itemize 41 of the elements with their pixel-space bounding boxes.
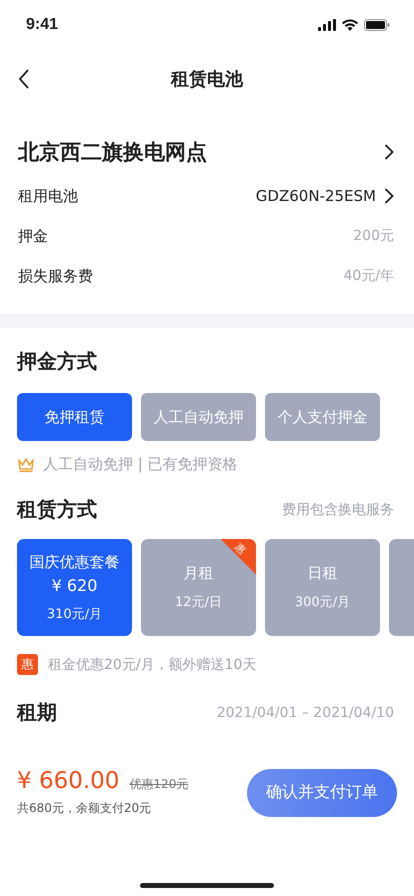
deposit-option[interactable]: 个人支付押金 xyxy=(265,393,380,441)
page-title: 租赁电池 xyxy=(171,68,243,91)
plan-rate: 310元/月 xyxy=(46,606,102,622)
section-title: 押金方式 xyxy=(17,348,98,375)
plan-rate: 12元/日 xyxy=(175,594,222,611)
info-value: 200元 xyxy=(353,227,394,245)
deposit-note: 人工自动免押 | 已有免押资格 xyxy=(43,455,238,474)
plan-card[interactable]: 月租 12元/日 惠 xyxy=(141,539,256,636)
info-value: GDZ60N-25ESM xyxy=(256,187,376,205)
section-title: 租赁方式 xyxy=(17,496,97,523)
section-hint: 费用包含换电服务 xyxy=(282,500,394,518)
payment-detail: 共680元，余额支付20元 xyxy=(17,800,152,817)
chevron-right-icon[interactable] xyxy=(384,188,394,204)
signal-icon xyxy=(318,19,336,31)
info-label: 押金 xyxy=(18,226,49,246)
back-icon[interactable] xyxy=(18,69,30,89)
plan-name: 日租 xyxy=(308,564,338,583)
station-name[interactable]: 北京西二旗换电网点 xyxy=(18,138,207,166)
original-discount: 优惠120元 xyxy=(129,776,188,793)
plan-rate: 300元/月 xyxy=(294,594,350,611)
plan-card[interactable]: 国庆优惠套餐 ¥ 620 310元/月 xyxy=(17,539,132,636)
section-title: 租期 xyxy=(17,699,57,726)
deposit-option[interactable]: 人工自动免押 xyxy=(141,393,256,441)
discount-tag: 惠 xyxy=(17,654,38,675)
plan-price: ¥ 620 xyxy=(52,576,98,594)
total-price: ¥ 660.00 xyxy=(17,768,120,794)
battery-icon xyxy=(364,19,390,31)
info-label: 租用电池 xyxy=(18,186,79,206)
rental-period: 2021/04/01 – 2021/04/10 xyxy=(216,704,394,720)
chevron-right-icon[interactable] xyxy=(384,144,394,160)
plan-name: 国庆优惠套餐 xyxy=(30,552,120,572)
plan-name: 月租 xyxy=(184,564,214,583)
promo-text: 租金优惠20元/月，额外赠送10天 xyxy=(48,656,256,674)
info-label: 损失服务费 xyxy=(18,266,94,286)
info-value: 40元/年 xyxy=(343,267,394,285)
deposit-option[interactable]: 免押租赁 xyxy=(17,393,132,441)
crown-icon xyxy=(17,456,35,472)
plan-card[interactable]: 日租 300元/月 xyxy=(265,539,380,636)
wifi-icon xyxy=(342,19,358,31)
status-time: 9:41 xyxy=(26,16,58,34)
pay-button[interactable]: 确认并支付订单 xyxy=(247,768,397,816)
